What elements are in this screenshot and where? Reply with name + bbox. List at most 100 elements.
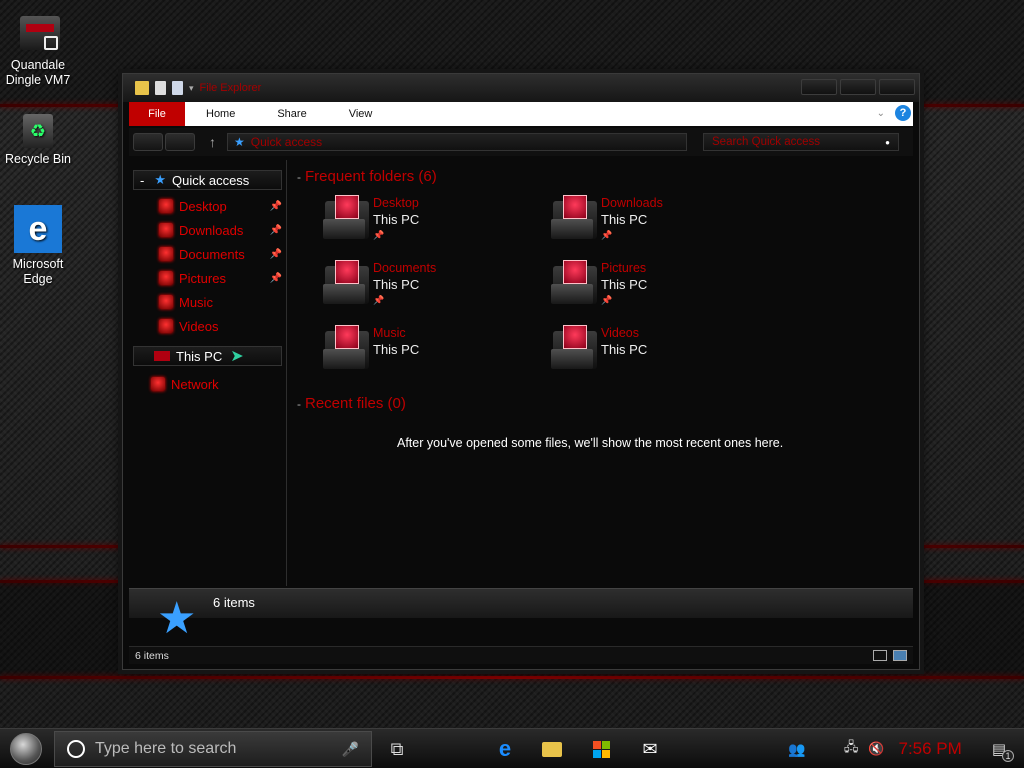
- desktop-icon-label: Quandale Dingle VM7: [5, 58, 71, 87]
- microphone-icon[interactable]: 🎤: [342, 741, 359, 758]
- nav-item-music[interactable]: Music: [129, 290, 286, 314]
- search-placeholder: Search Quick access: [712, 136, 821, 148]
- frequent-folders-header[interactable]: - Frequent folders (6): [297, 168, 913, 185]
- recycle-bin-icon: ♻: [23, 114, 53, 148]
- mail-taskbar-icon[interactable]: ✉: [639, 738, 661, 760]
- downloads-folder-icon: [549, 195, 597, 243]
- pin-icon: 📌: [373, 230, 385, 240]
- nav-item-desktop[interactable]: Desktop 📌: [129, 194, 286, 218]
- pictures-folder-icon: [159, 271, 173, 285]
- file-explorer-taskbar-icon[interactable]: [541, 738, 563, 760]
- frequent-folders-grid: Desktop This PC 📌 Downloads This PC 📌 Do…: [321, 195, 913, 373]
- desktop-folder-icon: [321, 195, 369, 243]
- desktop-icon-recycle-bin[interactable]: ♻ Recycle Bin: [0, 114, 76, 167]
- collapse-icon[interactable]: -: [297, 397, 301, 411]
- pin-icon: 📌: [601, 230, 613, 240]
- recent-files-header[interactable]: - Recent files (0): [297, 395, 913, 412]
- mouse-cursor-icon: ➤: [230, 348, 244, 365]
- desktop-icon-edge[interactable]: e Microsoft Edge: [0, 205, 76, 287]
- cortana-icon[interactable]: [67, 740, 85, 758]
- main-pane: - Frequent folders (6) Desktop This PC 📌…: [287, 160, 913, 586]
- network-status-icon[interactable]: 🖧: [844, 738, 859, 760]
- empty-recent-message: After you've opened some files, we'll sh…: [397, 436, 784, 450]
- nav-item-downloads[interactable]: Downloads 📌: [129, 218, 286, 242]
- music-folder-icon: [159, 295, 173, 309]
- details-view-icon[interactable]: [873, 650, 887, 661]
- file-explorer-window: ▾ File Explorer File Home Share View ⌄ ?…: [122, 73, 920, 670]
- nav-quick-access[interactable]: - ★ Quick access: [133, 170, 282, 190]
- nav-item-network[interactable]: Network: [129, 372, 286, 396]
- ribbon-tabs: File Home Share View ⌄ ?: [129, 102, 913, 126]
- volume-muted-icon[interactable]: 🔇: [868, 741, 884, 757]
- large-icons-view-icon[interactable]: [893, 650, 907, 661]
- up-arrow-icon[interactable]: ↑: [209, 134, 216, 150]
- maximize-button[interactable]: [840, 79, 876, 95]
- back-button[interactable]: [133, 133, 163, 151]
- videos-folder-icon: [159, 319, 173, 333]
- documents-folder-icon: [159, 247, 173, 261]
- forward-button[interactable]: [165, 133, 195, 151]
- tab-file[interactable]: File: [129, 102, 185, 126]
- folder-location: This PC: [601, 277, 648, 292]
- desktop-icon-vm[interactable]: Quandale Dingle VM7: [0, 12, 76, 88]
- new-folder-icon[interactable]: [172, 81, 183, 95]
- explorer-content: - ★ Quick access Desktop 📌 Downloads 📌 D…: [129, 160, 913, 586]
- nav-item-videos[interactable]: Videos: [129, 314, 286, 338]
- nav-item-label: Music: [179, 294, 213, 310]
- chevron-down-icon[interactable]: ▾: [189, 83, 194, 94]
- folder-tile-documents[interactable]: Documents This PC 📌: [321, 260, 549, 308]
- star-icon: ★: [154, 172, 166, 187]
- notification-icon[interactable]: ▤ 1: [992, 740, 1014, 762]
- nav-item-label: Quick access: [172, 172, 250, 188]
- nav-item-label: Desktop: [179, 198, 227, 214]
- folder-name: Downloads: [601, 196, 663, 210]
- close-button[interactable]: [879, 79, 915, 95]
- desktop-icon-label: Recycle Bin: [5, 152, 71, 166]
- folder-tile-music[interactable]: Music This PC: [321, 325, 549, 373]
- nav-this-pc[interactable]: This PC ➤: [133, 346, 282, 366]
- desktop-folder-icon: [159, 199, 173, 213]
- folder-location: This PC: [373, 342, 420, 357]
- address-bar[interactable]: ★ Quick access: [227, 133, 687, 151]
- nav-item-pictures[interactable]: Pictures 📌: [129, 266, 286, 290]
- start-button[interactable]: [10, 733, 42, 765]
- folder-name: Pictures: [601, 261, 647, 275]
- folder-icon[interactable]: [135, 81, 149, 95]
- folder-location: This PC: [601, 212, 648, 227]
- navigation-bar: ↑ ★ Quick access Search Quick access ●: [129, 128, 913, 156]
- folder-tile-downloads[interactable]: Downloads This PC 📌: [549, 195, 777, 243]
- edge-icon: e: [14, 205, 62, 253]
- folder-name: Videos: [601, 326, 639, 340]
- pictures-folder-icon: [549, 260, 597, 308]
- nav-item-label: Pictures: [179, 270, 226, 286]
- folder-location: This PC: [373, 277, 420, 292]
- tab-view[interactable]: View: [328, 108, 394, 120]
- tab-home[interactable]: Home: [185, 108, 256, 120]
- task-view-icon[interactable]: ⧉: [386, 738, 408, 760]
- tab-share[interactable]: Share: [256, 108, 327, 120]
- nav-item-label: Documents: [179, 246, 245, 262]
- search-input[interactable]: Search Quick access ●: [703, 133, 899, 151]
- nav-item-label: Network: [171, 376, 219, 392]
- minimize-button[interactable]: [801, 79, 837, 95]
- help-icon[interactable]: ?: [895, 105, 911, 121]
- folder-tile-desktop[interactable]: Desktop This PC 📌: [321, 195, 549, 243]
- store-taskbar-icon[interactable]: [590, 738, 612, 760]
- search-icon[interactable]: ●: [885, 138, 890, 147]
- folder-tile-pictures[interactable]: Pictures This PC 📌: [549, 260, 777, 308]
- computer-icon: [154, 351, 170, 361]
- pin-icon: 📌: [269, 248, 282, 260]
- collapse-icon[interactable]: -: [297, 170, 301, 184]
- videos-folder-icon: [549, 325, 597, 373]
- clock[interactable]: 7:56 PM: [899, 739, 962, 759]
- properties-icon[interactable]: [155, 81, 166, 95]
- chevron-down-icon[interactable]: ⌄: [877, 108, 885, 119]
- people-icon[interactable]: 👥: [788, 741, 805, 758]
- nav-item-documents[interactable]: Documents 📌: [129, 242, 286, 266]
- edge-taskbar-icon[interactable]: e: [494, 736, 516, 761]
- taskbar-search-input[interactable]: Type here to search 🎤: [54, 731, 372, 767]
- pin-icon: 📌: [269, 272, 282, 284]
- folder-tile-videos[interactable]: Videos This PC: [549, 325, 777, 373]
- wallpaper-stripe: [0, 676, 1024, 679]
- collapse-icon[interactable]: -: [140, 173, 144, 188]
